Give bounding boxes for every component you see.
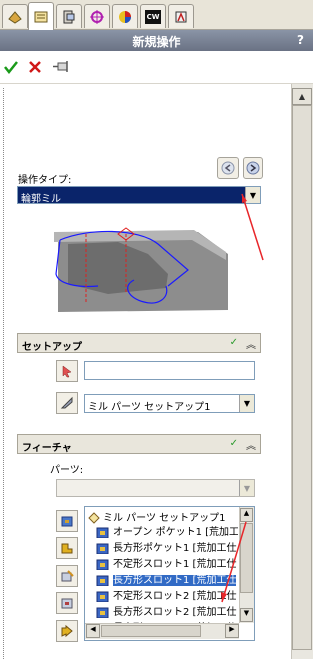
- annotation-arrow: [221, 521, 247, 603]
- mill-feature-icon: [96, 591, 109, 602]
- next-button[interactable]: [243, 157, 263, 179]
- checkmark-icon[interactable]: [4, 60, 18, 74]
- operation-type-combo[interactable]: 輪郭ミル ▼: [17, 186, 261, 205]
- tab-camworks[interactable]: CW: [140, 4, 166, 28]
- checkmark-icon: ✓: [229, 337, 238, 348]
- dimxpert-icon: [90, 9, 104, 24]
- setup-combo[interactable]: ミル パーツ セットアップ1 ▼: [84, 394, 255, 413]
- feature-button-2[interactable]: [56, 537, 78, 559]
- close-icon[interactable]: [28, 60, 42, 74]
- operation-type-value: 輪郭ミル: [21, 194, 61, 205]
- collapse-icon[interactable]: ︽: [246, 437, 256, 452]
- annotation-arrow: [241, 193, 264, 261]
- chevron-down-icon[interactable]: ▼: [239, 395, 254, 412]
- tree-scroll-right[interactable]: ▶: [225, 624, 239, 638]
- tree-item-label: 長方形スロット2 [荒加工仕: [113, 607, 237, 618]
- mill-feature-icon: [96, 559, 109, 570]
- setup-group-header[interactable]: セットアップ ✓ ︽: [17, 333, 261, 353]
- configuration-manager-icon: [63, 10, 75, 23]
- operation-type-label: 操作タイプ:: [18, 175, 72, 186]
- tab-property-manager[interactable]: [28, 2, 54, 30]
- panel-title-bar: 新規操作 ?: [0, 30, 313, 51]
- divider: [3, 88, 4, 659]
- back-icon: [221, 161, 235, 175]
- feature-select-icon: [61, 516, 73, 527]
- operation-preview-image: [48, 214, 230, 318]
- tree-hscroll-thumb[interactable]: [101, 625, 201, 637]
- feature-button-3[interactable]: [56, 565, 78, 587]
- camworks-icon: CW: [145, 9, 161, 24]
- feature-button-4[interactable]: [56, 592, 78, 614]
- tab-dimxpert[interactable]: [84, 4, 110, 28]
- mill-feature-icon: [96, 607, 109, 618]
- mill-feature-icon: [96, 527, 109, 538]
- entity-select-button[interactable]: [56, 360, 78, 382]
- property-manager-icon: [34, 11, 48, 22]
- feature-group-header[interactable]: フィーチャ ✓ ︽: [17, 434, 261, 454]
- setup-combo-value: ミル パーツ セットアップ1: [88, 402, 211, 413]
- tab-feature-tree[interactable]: [2, 4, 28, 28]
- tab-appearance[interactable]: [112, 4, 138, 28]
- collapse-icon[interactable]: ︽: [246, 336, 256, 351]
- feature-move-icon: [61, 624, 73, 638]
- forward-icon: [246, 161, 260, 175]
- feature-add-icon: [61, 543, 73, 554]
- tab-strip: CW: [0, 0, 313, 30]
- help-button[interactable]: ?: [297, 33, 304, 47]
- appearance-icon: [119, 10, 131, 23]
- display-manager-icon: [175, 11, 187, 22]
- cam-feature-tree-icon: [8, 10, 22, 24]
- feature-delete-icon: [61, 598, 73, 609]
- mill-feature-icon: [96, 543, 109, 554]
- parts-combo[interactable]: ▼: [56, 479, 255, 497]
- action-toolbar: [0, 51, 313, 84]
- panel-scroll-thumb[interactable]: [292, 105, 312, 650]
- feature-group-title: フィーチャ: [22, 443, 72, 454]
- chevron-down-icon[interactable]: ▼: [239, 480, 254, 496]
- entity-field[interactable]: [84, 361, 255, 380]
- checkmark-icon: ✓: [229, 438, 238, 449]
- tree-scroll-down[interactable]: ▼: [240, 608, 253, 622]
- panel-scroll-up[interactable]: ▲: [292, 88, 312, 105]
- setup-icon: [60, 396, 73, 409]
- mill-feature-icon: [96, 575, 109, 586]
- setup-select-button[interactable]: [56, 392, 78, 414]
- panel-title: 新規操作: [132, 35, 181, 49]
- previous-button[interactable]: [217, 157, 239, 179]
- tab-display-manager[interactable]: [168, 4, 194, 28]
- cursor-arrow-icon: [62, 365, 72, 378]
- parts-label: パーツ:: [50, 465, 84, 476]
- feature-edit-icon: [61, 570, 74, 582]
- tab-configuration-manager[interactable]: [56, 4, 82, 28]
- setup-group-title: セットアップ: [22, 342, 82, 353]
- pushpin-icon[interactable]: [52, 60, 72, 74]
- feature-button-1[interactable]: [56, 510, 78, 532]
- tree-root[interactable]: ミル パーツ セットアップ1: [88, 509, 226, 524]
- feature-button-5[interactable]: [56, 620, 78, 642]
- tree-scroll-left[interactable]: ◀: [86, 624, 100, 638]
